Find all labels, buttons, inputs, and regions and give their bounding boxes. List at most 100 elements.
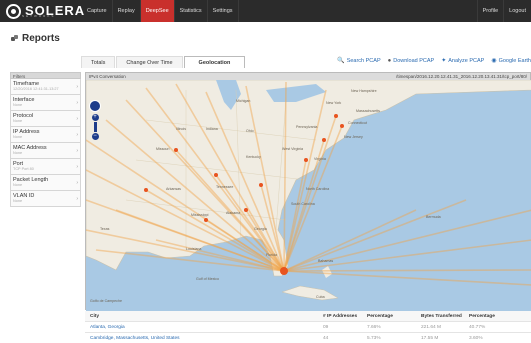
map-label: New York — [326, 101, 341, 105]
filter-port[interactable]: Port TCP Port 80 › — [10, 159, 81, 175]
chevron-right-icon: › — [76, 180, 78, 186]
filter-vlan-id[interactable]: VLAN ID None › — [10, 191, 81, 207]
analyze-pcap-link[interactable]: ✦ Analyze PCAP — [441, 57, 485, 65]
filter-value: 12/20/2016 12:41:31-13:27 — [13, 87, 59, 91]
map-canvas: Michigan New York New Hampshire Massachuset… — [86, 80, 531, 303]
map-label: Pennsylvania — [296, 125, 317, 129]
map-label: Mississippi — [191, 213, 209, 217]
download-pcap-label: Download PCAP — [393, 57, 435, 64]
nav-deepsee[interactable]: DeepSee — [140, 0, 175, 22]
location-marker[interactable] — [340, 124, 344, 128]
filter-protocol[interactable]: Protocol None › — [10, 111, 81, 127]
map-label: New Jersey — [344, 135, 363, 139]
map-label: South Carolina — [291, 202, 315, 206]
map-label: West Virginia — [282, 147, 303, 151]
zoom-in-button[interactable]: + — [91, 114, 99, 121]
filter-value: None — [13, 103, 23, 107]
download-icon: ● — [387, 57, 392, 64]
location-marker[interactable] — [204, 218, 208, 222]
col-percentage[interactable]: Percentage — [367, 314, 421, 319]
city-table: City # IP Addresses Percentage Bytes Tra… — [85, 311, 531, 343]
location-marker[interactable] — [304, 158, 308, 162]
map-label: Michigan — [236, 99, 250, 103]
tab-totals[interactable]: Totals — [81, 56, 116, 68]
nav-settings[interactable]: Settings — [208, 0, 239, 22]
col-percentage-bytes[interactable]: Percentage — [469, 314, 519, 319]
ip-count: 09 — [323, 324, 329, 330]
connection-line — [283, 270, 531, 286]
report-tabs: Totals Change Over Time Geolocation — [81, 56, 246, 68]
nav-capture[interactable]: Capture — [82, 0, 113, 22]
col-city[interactable]: City — [85, 314, 323, 319]
chevron-right-icon: › — [76, 100, 78, 106]
panel-title: IPv4 Conversation — [89, 74, 126, 79]
filters-sidebar: Filters Timeframe 12/20/2016 12:41:31-13… — [10, 72, 81, 207]
tab-geolocation[interactable]: Geolocation — [183, 56, 246, 68]
map-zoom-control: + − — [89, 100, 101, 141]
location-marker[interactable] — [280, 267, 288, 275]
location-marker[interactable] — [174, 148, 178, 152]
bytes-percentage: 3.60% — [469, 335, 483, 341]
logo-mark-icon — [6, 3, 21, 19]
map-label: Cuba — [316, 295, 325, 299]
filter-value: None — [13, 119, 23, 123]
col-ip-addresses[interactable]: # IP Addresses — [323, 314, 367, 319]
table-header: City # IP Addresses Percentage Bytes Tra… — [85, 311, 531, 322]
city-link[interactable]: Atlanta, Georgia — [85, 325, 323, 330]
table-row: Atlanta, Georgia 09 7.66% 221.64 M 40.77… — [85, 322, 531, 333]
filter-interface[interactable]: Interface None › — [10, 95, 81, 111]
location-marker[interactable] — [334, 114, 338, 118]
map-label: Massachusetts — [356, 109, 380, 113]
location-marker[interactable] — [214, 173, 218, 177]
tab-change-over-time[interactable]: Change Over Time — [116, 56, 183, 68]
google-earth-link[interactable]: ◉ Google Earth — [491, 57, 531, 65]
location-marker[interactable] — [259, 183, 263, 187]
filters-heading: Filters — [10, 72, 81, 79]
ipv4-conversation-panel: IPv4 Conversation /timespan/2016.12.20.1… — [85, 72, 531, 311]
nav-logout[interactable]: Logout — [504, 0, 531, 22]
connection-line — [283, 239, 531, 272]
ip-count: 44 — [323, 335, 329, 341]
map-label: Florida — [266, 253, 277, 257]
col-bytes[interactable]: Bytes Transferred — [421, 314, 469, 319]
bahamas-shape — [322, 266, 332, 278]
google-earth-label: Google Earth — [498, 57, 531, 64]
filter-packet-length[interactable]: Packet Length None › — [10, 175, 81, 191]
zoom-slider[interactable] — [93, 122, 97, 132]
filter-timeframe[interactable]: Timeframe 12/20/2016 12:41:31-13:27 › — [10, 79, 81, 95]
nav-replay[interactable]: Replay — [113, 0, 141, 22]
nav-profile[interactable]: Profile — [476, 0, 505, 22]
map-label: North Carolina — [306, 187, 329, 191]
filter-ip-address[interactable]: IP Address None › — [10, 127, 81, 143]
map-label: Gulf of Mexico — [196, 277, 219, 281]
location-marker[interactable] — [244, 208, 248, 212]
location-marker[interactable] — [322, 138, 326, 142]
filter-value: None — [13, 199, 23, 203]
search-icon: 🔍 — [337, 58, 345, 64]
connection-line — [283, 269, 531, 272]
chevron-right-icon: › — [76, 164, 78, 170]
nav-statistics[interactable]: Statistics — [175, 0, 208, 22]
zoom-out-button[interactable]: − — [91, 133, 99, 140]
analyze-icon: ✦ — [441, 58, 447, 64]
map-label: Bahamas — [318, 259, 333, 263]
filter-value: None — [13, 151, 23, 155]
ip-percentage: 7.66% — [367, 324, 381, 330]
map-label: Bermuda — [426, 215, 441, 219]
search-pcap-link[interactable]: 🔍 Search PCAP — [337, 57, 381, 65]
location-marker[interactable] — [144, 188, 148, 192]
chevron-right-icon: › — [76, 116, 78, 122]
geolocation-map[interactable]: Michigan New York New Hampshire Massachuset… — [86, 80, 531, 311]
nav-right: Profile Logout — [476, 0, 531, 22]
map-label: Indiana — [206, 127, 218, 131]
download-pcap-link[interactable]: ● Download PCAP — [388, 57, 435, 64]
map-label: Alabama — [226, 211, 240, 215]
map-label: Missouri — [156, 147, 170, 151]
search-pcap-label: Search PCAP — [346, 57, 381, 64]
pan-rose-icon[interactable] — [89, 100, 101, 112]
city-link[interactable]: Cambridge, Massachusetts, United States — [85, 336, 323, 341]
analyze-pcap-label: Analyze PCAP — [448, 57, 485, 64]
filter-mac-address[interactable]: MAC Address None › — [10, 143, 81, 159]
map-label: Illinois — [176, 127, 186, 131]
filter-value: TCP Port 80 — [13, 167, 34, 171]
